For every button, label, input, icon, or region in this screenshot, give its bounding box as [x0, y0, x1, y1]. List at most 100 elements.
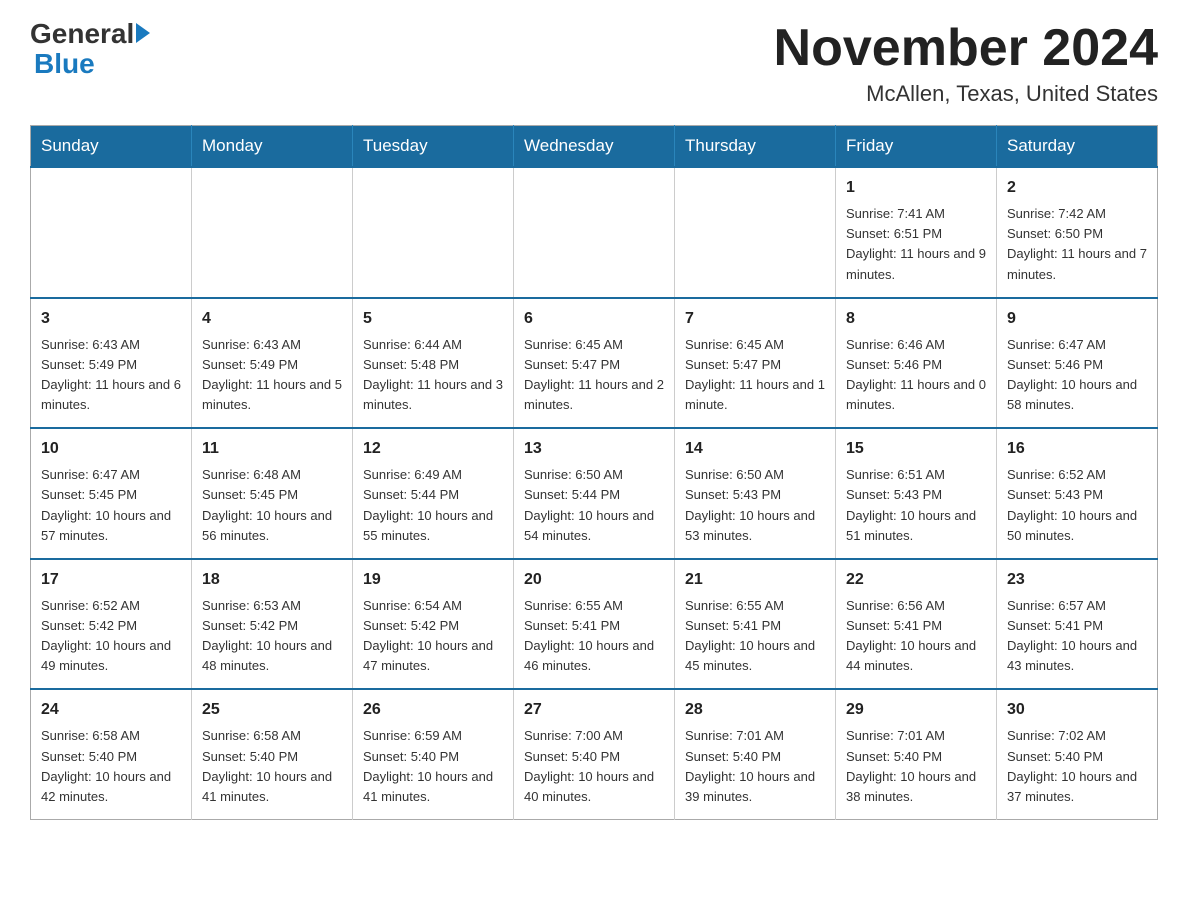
day-info: Sunrise: 6:56 AMSunset: 5:41 PMDaylight:… [846, 596, 986, 677]
day-number: 29 [846, 698, 986, 722]
day-number: 18 [202, 568, 342, 592]
logo-blue-word: Blue [30, 48, 95, 80]
header-friday: Friday [836, 126, 997, 168]
calendar-week-row: 1Sunrise: 7:41 AMSunset: 6:51 PMDaylight… [31, 167, 1158, 298]
day-number: 7 [685, 307, 825, 331]
calendar-week-row: 24 Sunrise: 6:58 AMSunset: 5:40 PMDayligh… [31, 689, 1158, 819]
day-number: 12 [363, 437, 503, 461]
day-number: 22 [846, 568, 986, 592]
day-number: 11 [202, 437, 342, 461]
day-number: 21 [685, 568, 825, 592]
logo-general: General [30, 20, 134, 48]
day-number: 8 [846, 307, 986, 331]
day-info: Sunrise: 6:44 AMSunset: 5:48 PMDaylight:… [363, 335, 503, 416]
table-row: 9 Sunrise: 6:47 AMSunset: 5:46 PMDaylight… [997, 298, 1158, 429]
table-row: 15 Sunrise: 6:51 AMSunset: 5:43 PMDayligh… [836, 428, 997, 559]
day-number: 14 [685, 437, 825, 461]
day-number: 4 [202, 307, 342, 331]
table-row: 22 Sunrise: 6:56 AMSunset: 5:41 PMDayligh… [836, 559, 997, 690]
table-row: 19Sunrise: 6:54 AMSunset: 5:42 PMDayligh… [353, 559, 514, 690]
table-row: 25 Sunrise: 6:58 AMSunset: 5:40 PMDayligh… [192, 689, 353, 819]
day-number: 1 [846, 176, 986, 200]
day-number: 9 [1007, 307, 1147, 331]
table-row: 26 Sunrise: 6:59 AMSunset: 5:40 PMDayligh… [353, 689, 514, 819]
table-row [31, 167, 192, 298]
day-info: Sunrise: 6:52 AMSunset: 5:42 PMDaylight:… [41, 596, 181, 677]
day-number: 24 [41, 698, 181, 722]
table-row: 8 Sunrise: 6:46 AMSunset: 5:46 PMDaylight… [836, 298, 997, 429]
calendar-week-row: 10 Sunrise: 6:47 AMSunset: 5:45 PMDayligh… [31, 428, 1158, 559]
month-title: November 2024 [774, 20, 1158, 77]
day-info: Sunrise: 7:01 AMSunset: 5:40 PMDaylight:… [685, 726, 825, 807]
table-row: 5 Sunrise: 6:44 AMSunset: 5:48 PMDaylight… [353, 298, 514, 429]
day-info: Sunrise: 6:46 AMSunset: 5:46 PMDaylight:… [846, 335, 986, 416]
day-info: Sunrise: 6:53 AMSunset: 5:42 PMDaylight:… [202, 596, 342, 677]
table-row: 1Sunrise: 7:41 AMSunset: 6:51 PMDaylight… [836, 167, 997, 298]
day-info: Sunrise: 6:51 AMSunset: 5:43 PMDaylight:… [846, 465, 986, 546]
day-number: 3 [41, 307, 181, 331]
calendar-table: Sunday Monday Tuesday Wednesday Thursday… [30, 125, 1158, 820]
table-row: 18 Sunrise: 6:53 AMSunset: 5:42 PMDayligh… [192, 559, 353, 690]
header-monday: Monday [192, 126, 353, 168]
day-info: Sunrise: 6:45 AMSunset: 5:47 PMDaylight:… [524, 335, 664, 416]
logo-text: General [30, 20, 150, 48]
day-info: Sunrise: 6:54 AMSunset: 5:42 PMDaylight:… [363, 596, 503, 677]
day-number: 23 [1007, 568, 1147, 592]
day-info: Sunrise: 6:43 AMSunset: 5:49 PMDaylight:… [202, 335, 342, 416]
day-info: Sunrise: 7:42 AMSunset: 6:50 PMDaylight:… [1007, 204, 1147, 285]
table-row: 24Sunrise: 6:58 AMSunset: 5:40 PMDayligh… [31, 689, 192, 819]
header-wednesday: Wednesday [514, 126, 675, 168]
day-info: Sunrise: 6:45 AMSunset: 5:47 PMDaylight:… [685, 335, 825, 416]
day-info: Sunrise: 7:01 AMSunset: 5:40 PMDaylight:… [846, 726, 986, 807]
day-info: Sunrise: 6:48 AMSunset: 5:45 PMDaylight:… [202, 465, 342, 546]
day-info: Sunrise: 6:43 AMSunset: 5:49 PMDaylight:… [41, 335, 181, 416]
weekday-header-row: Sunday Monday Tuesday Wednesday Thursday… [31, 126, 1158, 168]
day-number: 26 [363, 698, 503, 722]
day-info: Sunrise: 6:59 AMSunset: 5:40 PMDaylight:… [363, 726, 503, 807]
table-row: 23 Sunrise: 6:57 AMSunset: 5:41 PMDayligh… [997, 559, 1158, 690]
table-row: 11 Sunrise: 6:48 AMSunset: 5:45 PMDayligh… [192, 428, 353, 559]
table-row [192, 167, 353, 298]
logo: General Blue [30, 20, 150, 80]
day-number: 13 [524, 437, 664, 461]
table-row: 30 Sunrise: 7:02 AMSunset: 5:40 PMDayligh… [997, 689, 1158, 819]
day-number: 28 [685, 698, 825, 722]
table-row: 3 Sunrise: 6:43 AMSunset: 5:49 PMDaylight… [31, 298, 192, 429]
calendar-week-row: 3 Sunrise: 6:43 AMSunset: 5:49 PMDaylight… [31, 298, 1158, 429]
day-number: 25 [202, 698, 342, 722]
table-row: 29 Sunrise: 7:01 AMSunset: 5:40 PMDayligh… [836, 689, 997, 819]
title-area: November 2024 McAllen, Texas, United Sta… [774, 20, 1158, 107]
table-row: 17Sunrise: 6:52 AMSunset: 5:42 PMDayligh… [31, 559, 192, 690]
day-number: 5 [363, 307, 503, 331]
day-number: 15 [846, 437, 986, 461]
day-number: 10 [41, 437, 181, 461]
day-info: Sunrise: 6:55 AMSunset: 5:41 PMDaylight:… [685, 596, 825, 677]
day-info: Sunrise: 6:47 AMSunset: 5:45 PMDaylight:… [41, 465, 181, 546]
day-number: 27 [524, 698, 664, 722]
day-number: 20 [524, 568, 664, 592]
header-thursday: Thursday [675, 126, 836, 168]
table-row: 14Sunrise: 6:50 AMSunset: 5:43 PMDayligh… [675, 428, 836, 559]
day-info: Sunrise: 6:50 AMSunset: 5:44 PMDaylight:… [524, 465, 664, 546]
location-title: McAllen, Texas, United States [774, 81, 1158, 107]
day-info: Sunrise: 6:58 AMSunset: 5:40 PMDaylight:… [202, 726, 342, 807]
table-row: 4 Sunrise: 6:43 AMSunset: 5:49 PMDaylight… [192, 298, 353, 429]
table-row: 2 Sunrise: 7:42 AMSunset: 6:50 PMDaylight… [997, 167, 1158, 298]
day-info: Sunrise: 6:52 AMSunset: 5:43 PMDaylight:… [1007, 465, 1147, 546]
day-info: Sunrise: 7:02 AMSunset: 5:40 PMDaylight:… [1007, 726, 1147, 807]
day-number: 30 [1007, 698, 1147, 722]
table-row: 20Sunrise: 6:55 AMSunset: 5:41 PMDayligh… [514, 559, 675, 690]
table-row: 21 Sunrise: 6:55 AMSunset: 5:41 PMDayligh… [675, 559, 836, 690]
header: General Blue November 2024 McAllen, Texa… [30, 20, 1158, 107]
calendar-week-row: 17Sunrise: 6:52 AMSunset: 5:42 PMDayligh… [31, 559, 1158, 690]
table-row [353, 167, 514, 298]
table-row: 10 Sunrise: 6:47 AMSunset: 5:45 PMDayligh… [31, 428, 192, 559]
day-number: 6 [524, 307, 664, 331]
logo-arrow-icon [136, 23, 150, 43]
day-info: Sunrise: 6:57 AMSunset: 5:41 PMDaylight:… [1007, 596, 1147, 677]
day-number: 2 [1007, 176, 1147, 200]
table-row [514, 167, 675, 298]
table-row: 13 Sunrise: 6:50 AMSunset: 5:44 PMDayligh… [514, 428, 675, 559]
table-row: 12Sunrise: 6:49 AMSunset: 5:44 PMDayligh… [353, 428, 514, 559]
day-info: Sunrise: 6:47 AMSunset: 5:46 PMDaylight:… [1007, 335, 1147, 416]
